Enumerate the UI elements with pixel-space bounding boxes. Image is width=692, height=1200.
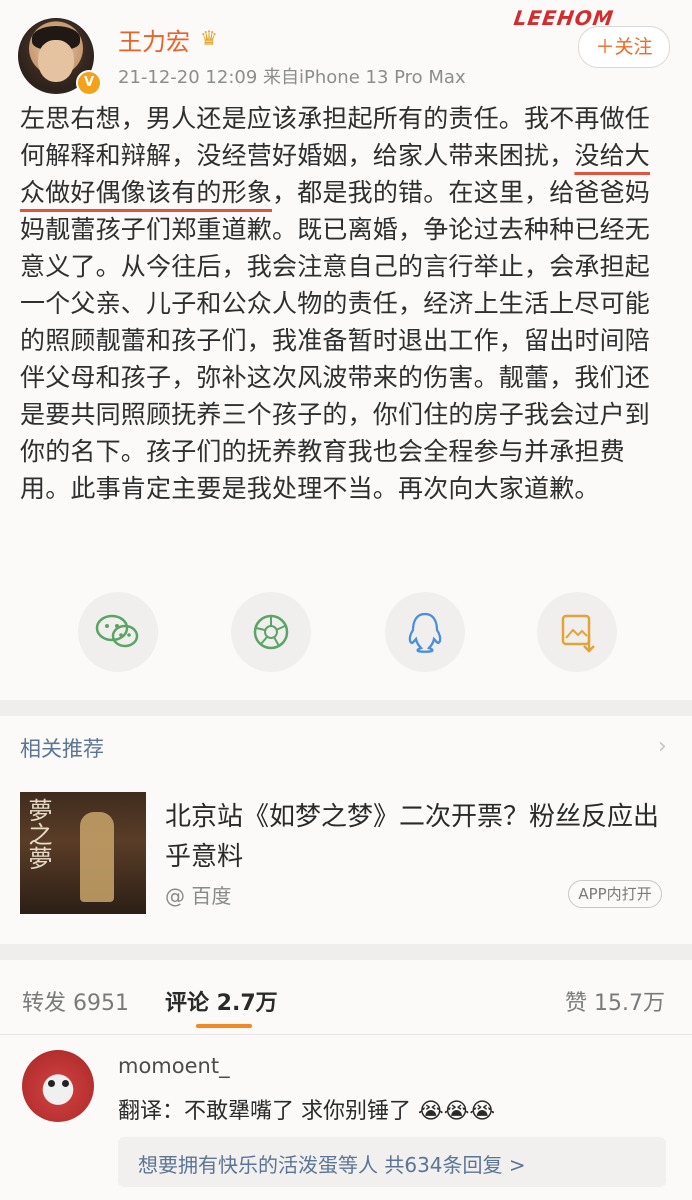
tab-comment[interactable]: 评论 2.7万	[165, 985, 278, 1017]
section-separator	[0, 944, 692, 960]
post-header: V 王力宏 ♛ 21-12-20 12:09 来自iPhone 13 Pro M…	[0, 0, 692, 100]
related-title: 相关推荐	[20, 737, 104, 761]
reply-summary[interactable]: 想要拥有快乐的活泼蛋等人 共634条回复 >	[138, 1149, 526, 1178]
post-text: 左思右想，男人还是应该承担起所有的责任。我不再做任何解释和辩解，没经营好婚姻，给…	[20, 100, 672, 507]
open-in-app-button[interactable]: APP内打开	[568, 880, 662, 908]
avatar-face	[38, 40, 74, 82]
qq-icon[interactable]	[385, 592, 465, 672]
reply-summary-box[interactable]: 想要拥有快乐的活泼蛋等人 共634条回复 >	[118, 1137, 666, 1187]
post-text-part1: 左思右想，男人还是应该承担起所有的责任。我不再做任何解释和辩解，没经营好婚姻，给…	[20, 104, 651, 170]
post-meta: 21-12-20 12:09 来自iPhone 13 Pro Max	[118, 67, 466, 88]
moments-icon[interactable]	[231, 592, 311, 672]
share-row	[0, 592, 692, 678]
comment-avatar[interactable]	[22, 1050, 94, 1122]
thumbnail-text: 夢之夢	[24, 798, 52, 870]
comment-text: 翻译：不敢犟嘴了 求你别锤了 😭😭😭	[118, 1099, 496, 1124]
related-source: @ 百度	[165, 884, 232, 908]
verified-badge-icon: V	[76, 70, 102, 96]
post-text-part2: ，都是我的错。在这里，给爸爸妈妈靓蕾孩子们郑重道歉。既已离婚，争论过去种种已经无…	[20, 178, 651, 503]
active-tab-indicator	[196, 1024, 252, 1028]
avatar-eye	[62, 1080, 69, 1087]
username[interactable]: 王力宏	[118, 22, 190, 57]
related-thumbnail[interactable]: 夢之夢	[20, 792, 146, 914]
follow-button[interactable]: ＋关注	[578, 26, 670, 68]
save-image-icon[interactable]	[537, 592, 617, 672]
section-separator	[0, 700, 692, 716]
chevron-right-icon[interactable]: ›	[658, 734, 667, 759]
thumbnail-figure	[80, 812, 114, 902]
wechat-icon[interactable]	[78, 592, 158, 672]
tab-like[interactable]: 赞 15.7万	[565, 985, 665, 1017]
related-headline[interactable]: 北京站《如梦之梦》二次开票？粉丝反应出乎意料	[165, 797, 665, 877]
crown-icon: ♛	[200, 26, 218, 50]
tab-repost[interactable]: 转发 6951	[22, 985, 129, 1017]
divider	[0, 1034, 692, 1035]
comment-username[interactable]: momoent_	[118, 1054, 230, 1078]
avatar-eye	[48, 1080, 55, 1087]
